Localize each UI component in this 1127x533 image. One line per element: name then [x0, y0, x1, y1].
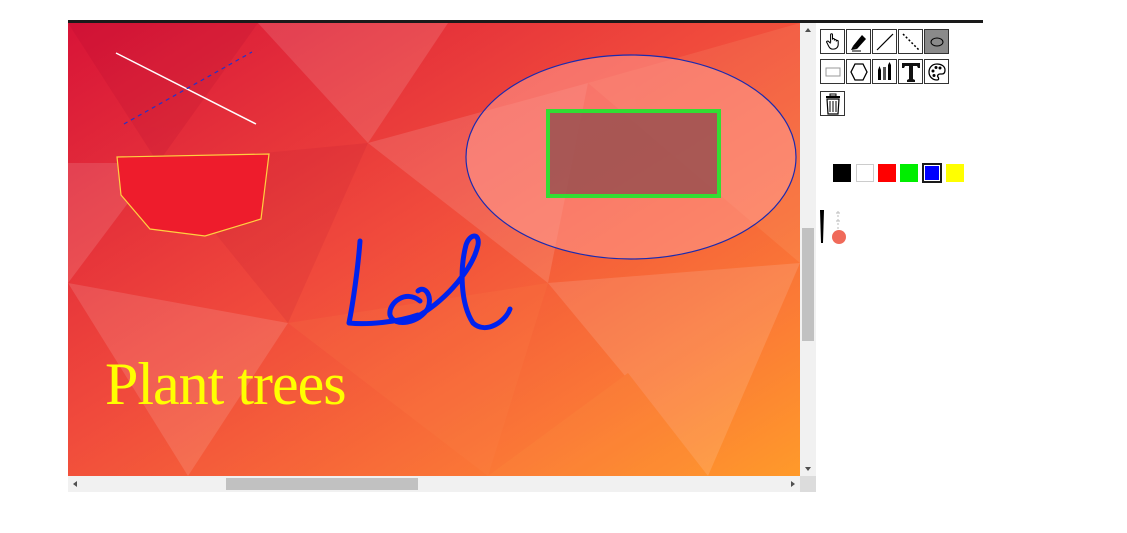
clear-button[interactable]: [820, 91, 845, 116]
drawing-area: Plant trees: [68, 23, 816, 492]
color-swatch-black[interactable]: [833, 164, 851, 182]
polygon-tool-button[interactable]: [846, 59, 871, 84]
scroll-left-icon[interactable]: [73, 481, 77, 487]
ellipse-icon: [930, 37, 943, 46]
trash-icon: [825, 93, 840, 115]
hand-pointer-icon: [826, 33, 839, 50]
color-swatch-blue[interactable]: [922, 163, 942, 183]
vertical-scroll-thumb[interactable]: [802, 228, 814, 341]
dashed-line-icon: [901, 32, 920, 51]
vertical-scrollbar[interactable]: [800, 23, 816, 476]
text-tool-button[interactable]: [898, 59, 923, 84]
dashed-line-tool-button[interactable]: [898, 29, 923, 54]
color-swatch-yellow[interactable]: [946, 164, 964, 182]
rectangle-shape: [546, 109, 721, 198]
brushes-icon: [877, 61, 891, 80]
hand-tool-button[interactable]: [820, 29, 845, 54]
rectangle-tool-button[interactable]: [820, 59, 845, 84]
color-palette-button[interactable]: [924, 59, 949, 84]
horizontal-scrollbar[interactable]: [68, 476, 800, 492]
color-swatch-green[interactable]: [900, 164, 918, 182]
brush-size-icon: [820, 210, 846, 244]
canvas-text-label: Plant trees: [105, 351, 347, 417]
drawing-canvas[interactable]: Plant trees: [68, 23, 800, 476]
scroll-corner: [800, 476, 816, 492]
pencil-tool-button[interactable]: [846, 29, 871, 54]
color-swatch-red[interactable]: [878, 164, 896, 182]
line-tool-button[interactable]: [872, 29, 897, 54]
brush-preview-dot: [832, 230, 846, 244]
scroll-down-icon[interactable]: [805, 467, 811, 471]
brush-size-control[interactable]: [819, 209, 849, 254]
palette-icon: [927, 62, 946, 81]
horizontal-scroll-thumb[interactable]: [226, 478, 418, 490]
hexagon-icon: [849, 62, 868, 81]
text-t-icon: [901, 62, 920, 82]
color-swatch-white[interactable]: [856, 164, 874, 182]
line-icon: [876, 33, 893, 50]
brush-tool-button[interactable]: [872, 59, 897, 84]
scroll-up-icon[interactable]: [805, 28, 811, 32]
scroll-right-icon[interactable]: [791, 481, 795, 487]
pencil-icon: [850, 34, 866, 51]
rectangle-icon: [825, 67, 840, 76]
ellipse-tool-button[interactable]: [924, 29, 949, 54]
